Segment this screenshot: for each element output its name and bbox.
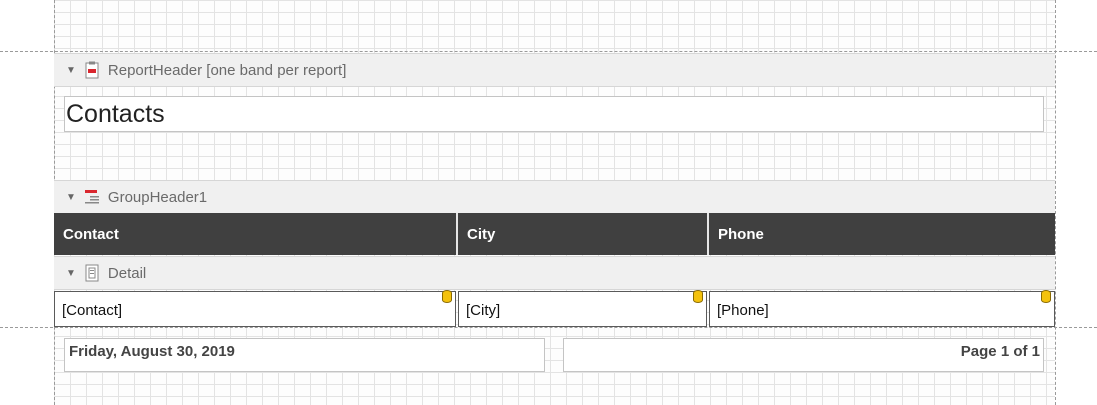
collapse-arrow-icon[interactable]: ▼ — [66, 268, 76, 279]
field-contact-text: [Contact] — [62, 302, 123, 319]
bottom-margin-guide — [0, 327, 1097, 328]
collapse-arrow-icon[interactable]: ▼ — [66, 65, 76, 76]
report-header-icon — [84, 61, 100, 79]
detail-label: Detail — [107, 264, 147, 282]
right-margin-guide — [1055, 0, 1056, 405]
column-divider — [456, 213, 458, 255]
field-cell-contact[interactable]: [Contact] — [54, 290, 456, 327]
footer-page-text: Page 1 of 1 — [960, 343, 1040, 360]
column-header-city[interactable]: City — [458, 213, 707, 255]
column-header-contact[interactable]: Contact — [54, 213, 456, 255]
group-header-band-caption[interactable]: ▼ GroupHeader1 — [54, 180, 1055, 214]
footer-date-text: Friday, August 30, 2019 — [69, 343, 235, 360]
report-header-band-caption[interactable]: ▼ ReportHeader [one band per report] — [54, 53, 1055, 87]
collapse-arrow-icon[interactable]: ▼ — [66, 192, 76, 203]
column-header-phone[interactable]: Phone — [709, 213, 1055, 255]
footer-date-label[interactable]: Friday, August 30, 2019 — [64, 338, 545, 372]
top-margin-guide — [0, 51, 1097, 52]
field-cell-city[interactable]: [City] — [458, 290, 707, 327]
database-binding-icon[interactable] — [693, 290, 703, 303]
group-header-label: GroupHeader1 — [107, 188, 208, 206]
report-header-label: ReportHeader [one band per report] — [107, 61, 347, 79]
column-divider — [707, 213, 709, 255]
detail-band-caption[interactable]: ▼ Detail — [54, 256, 1055, 290]
detail-icon — [84, 264, 100, 282]
report-title-label[interactable]: Contacts — [64, 96, 1044, 132]
field-city-text: [City] — [466, 302, 501, 319]
field-cell-phone[interactable]: [Phone] — [709, 290, 1055, 327]
database-binding-icon[interactable] — [1041, 290, 1051, 303]
database-binding-icon[interactable] — [442, 290, 452, 303]
footer-page-info[interactable]: Page 1 of 1 — [563, 338, 1044, 372]
field-phone-text: [Phone] — [717, 302, 769, 319]
group-header-icon — [84, 188, 100, 206]
